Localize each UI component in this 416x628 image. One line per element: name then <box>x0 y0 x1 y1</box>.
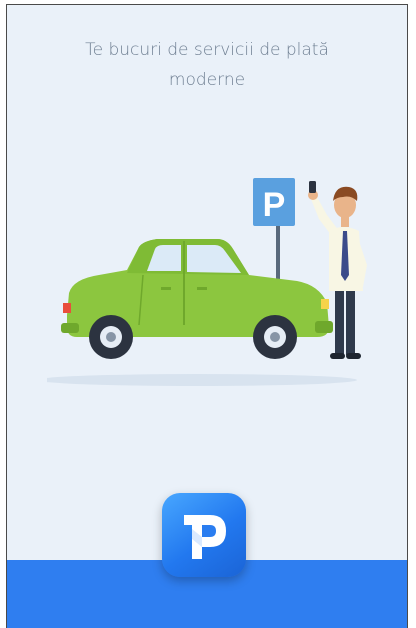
onboarding-screen: Te bucuri de servicii de plată moderne P <box>6 4 408 628</box>
car-icon <box>61 239 333 359</box>
parking-sign-letter: P <box>263 186 286 224</box>
headline-line-1: Te bucuri de servicii de plată <box>85 40 329 60</box>
onboarding-headline: Te bucuri de servicii de plată moderne <box>37 35 377 95</box>
headline-line-2: moderne <box>168 70 246 90</box>
parking-illustration: P <box>47 178 367 386</box>
app-logo-icon <box>162 493 246 577</box>
parking-logo-icon <box>184 515 226 559</box>
